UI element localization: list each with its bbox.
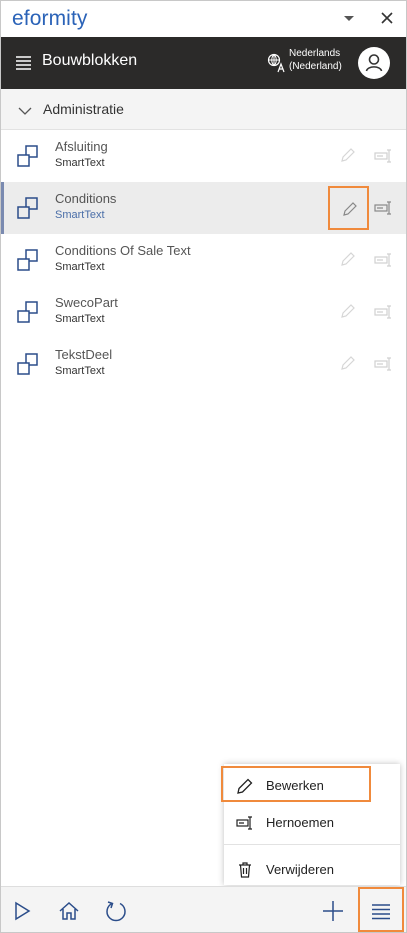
highlight-box (358, 887, 404, 932)
trash-icon (236, 861, 254, 879)
edit-button[interactable] (328, 342, 369, 386)
hamburger-menu-icon[interactable] (15, 55, 32, 71)
item-name: TekstDeel (55, 347, 113, 362)
menu-item-verwijderen[interactable]: Verwijderen (224, 852, 400, 888)
rename-icon[interactable] (374, 198, 394, 218)
language-selector[interactable]: Nederlands (Nederland) (289, 47, 342, 73)
menu-item-label: Verwijderen (266, 862, 334, 877)
item-type: SmartText (55, 365, 105, 377)
rename-icon[interactable] (374, 302, 394, 322)
title-bar: eformity (1, 1, 406, 37)
language-region: (Nederland) (289, 61, 342, 72)
edit-button[interactable] (328, 134, 369, 178)
section-header-administratie[interactable]: Administratie (1, 89, 406, 130)
rename-icon[interactable] (374, 146, 394, 166)
menu-divider (224, 844, 400, 845)
chevron-down-icon[interactable] (341, 10, 357, 26)
edit-button[interactable] (328, 186, 369, 230)
plus-icon[interactable] (321, 899, 345, 923)
menu-item-label: Hernoemen (266, 815, 334, 830)
language-globe-icon[interactable] (267, 53, 287, 73)
item-name: Conditions Of Sale Text (55, 243, 191, 258)
refresh-icon[interactable] (104, 899, 128, 923)
page-title: Bouwblokken (42, 52, 138, 69)
avatar[interactable] (358, 47, 390, 79)
item-name: Conditions (55, 191, 117, 206)
section-title: Administratie (43, 101, 124, 117)
app-header: Bouwblokken Nederlands (Nederland) (1, 37, 406, 89)
language-name: Nederlands (289, 48, 341, 59)
list-item-selected[interactable]: Conditions SmartText (1, 182, 406, 234)
building-block-icon (16, 352, 40, 376)
app-window: eformity Bouwblokken Nederlands (Nederla… (0, 0, 407, 933)
list-item[interactable]: TekstDeel SmartText (1, 338, 406, 390)
bottom-toolbar (1, 886, 406, 932)
list-item[interactable]: SwecoPart SmartText (1, 286, 406, 338)
rename-icon (236, 814, 254, 832)
home-icon[interactable] (57, 899, 81, 923)
edit-button[interactable] (328, 290, 369, 334)
list-item[interactable]: Afsluiting SmartText (1, 130, 406, 182)
building-block-icon (16, 196, 40, 220)
item-type: SmartText (55, 261, 105, 273)
close-icon[interactable] (378, 9, 396, 27)
building-block-icon (16, 300, 40, 324)
rename-icon[interactable] (374, 354, 394, 374)
item-name: SwecoPart (55, 295, 118, 310)
chevron-down-icon[interactable] (18, 103, 32, 115)
item-type: SmartText (55, 313, 105, 325)
item-type: SmartText (55, 209, 105, 221)
play-icon[interactable] (10, 899, 34, 923)
building-block-icon (16, 144, 40, 168)
rename-icon[interactable] (374, 250, 394, 270)
item-type: SmartText (55, 157, 105, 169)
building-block-icon (16, 248, 40, 272)
app-title: eformity (12, 7, 88, 30)
highlight-box (221, 766, 371, 802)
menu-item-hernoemen[interactable]: Hernoemen (224, 805, 400, 841)
edit-button[interactable] (328, 238, 369, 282)
list-item[interactable]: Conditions Of Sale Text SmartText (1, 234, 406, 286)
item-name: Afsluiting (55, 139, 108, 154)
